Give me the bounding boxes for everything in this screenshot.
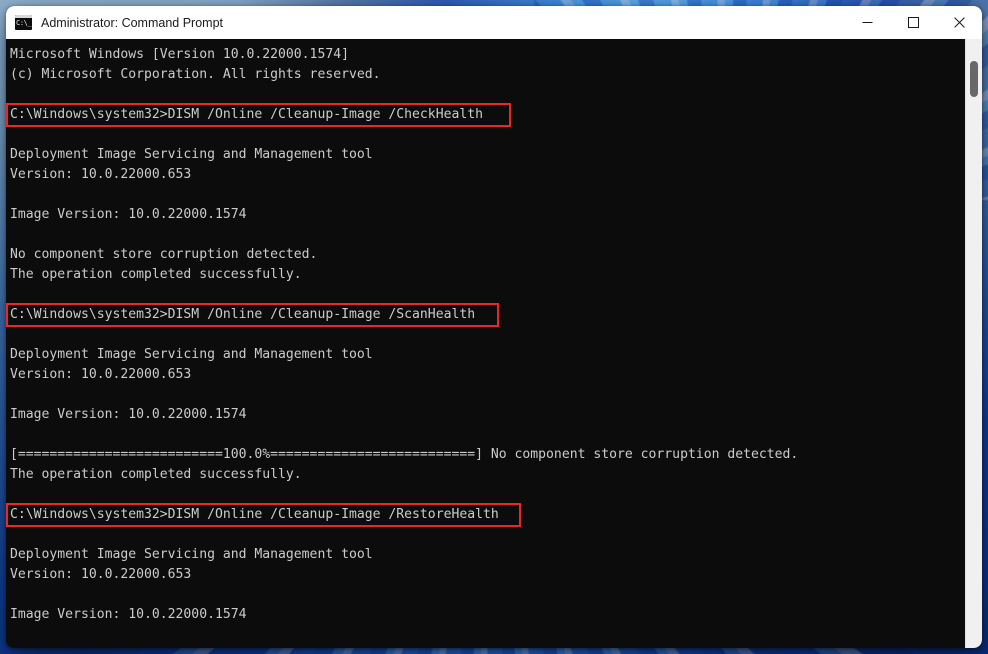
window-title: Administrator: Command Prompt bbox=[41, 15, 224, 30]
terminal-line: The operation completed successfully. bbox=[10, 465, 965, 485]
terminal-area: Microsoft Windows [Version 10.0.22000.15… bbox=[6, 39, 982, 648]
title-bar-drag-area[interactable] bbox=[223, 6, 844, 39]
terminal-line bbox=[10, 125, 965, 145]
terminal-line: Image Version: 10.0.22000.1574 bbox=[10, 605, 965, 625]
title-bar-left: C:\_ Administrator: Command Prompt bbox=[6, 6, 223, 39]
terminal-line-text: [==========================100.0%=======… bbox=[10, 447, 799, 462]
terminal-line: The operation completed successfully. bbox=[10, 265, 965, 285]
terminal-line: [==========================100.0%=======… bbox=[10, 645, 965, 648]
terminal-line-text: Version: 10.0.22000.653 bbox=[10, 167, 192, 182]
terminal-line-text: Image Version: 10.0.22000.1574 bbox=[10, 407, 247, 422]
window-controls bbox=[844, 6, 982, 39]
terminal-line-text: No component store corruption detected. bbox=[10, 247, 318, 262]
terminal-line-text: Version: 10.0.22000.653 bbox=[10, 567, 192, 582]
terminal-line-text bbox=[10, 287, 18, 302]
terminal-line-text bbox=[10, 387, 18, 402]
command-prompt-icon: C:\_ bbox=[15, 15, 32, 30]
terminal-line: Image Version: 10.0.22000.1574 bbox=[10, 405, 965, 425]
terminal-line-text bbox=[10, 187, 18, 202]
terminal-line: (c) Microsoft Corporation. All rights re… bbox=[10, 65, 965, 85]
terminal-line-text bbox=[10, 527, 18, 542]
terminal-line-text: Version: 10.0.22000.653 bbox=[10, 367, 192, 382]
icon-prompt-glyph: C:\_ bbox=[16, 19, 32, 27]
terminal-line-text bbox=[10, 87, 18, 102]
icon-title-strip bbox=[15, 15, 32, 18]
terminal-line bbox=[10, 85, 965, 105]
terminal-line bbox=[10, 285, 965, 305]
terminal-line-text bbox=[10, 327, 18, 342]
terminal-line-text: Image Version: 10.0.22000.1574 bbox=[10, 207, 247, 222]
terminal-line: Version: 10.0.22000.653 bbox=[10, 565, 965, 585]
terminal-line-text: C:\Windows\system32>DISM /Online /Cleanu… bbox=[10, 307, 476, 322]
terminal-line bbox=[10, 325, 965, 345]
terminal-line-text: Deployment Image Servicing and Managemen… bbox=[10, 147, 373, 162]
terminal-line bbox=[10, 185, 965, 205]
terminal-line: Version: 10.0.22000.653 bbox=[10, 165, 965, 185]
terminal-line bbox=[10, 525, 965, 545]
scrollbar-thumb[interactable] bbox=[970, 61, 978, 97]
terminal-line bbox=[10, 225, 965, 245]
terminal-line: Microsoft Windows [Version 10.0.22000.15… bbox=[10, 45, 965, 65]
terminal-line-text: Image Version: 10.0.22000.1574 bbox=[10, 607, 247, 622]
terminal-line: [==========================100.0%=======… bbox=[10, 445, 965, 465]
terminal-command-line: C:\Windows\system32>DISM /Online /Cleanu… bbox=[6, 503, 965, 527]
terminal-output[interactable]: Microsoft Windows [Version 10.0.22000.15… bbox=[6, 39, 965, 648]
terminal-line-text bbox=[10, 587, 18, 602]
terminal-line-text bbox=[10, 427, 18, 442]
window-title-bar[interactable]: C:\_ Administrator: Command Prompt bbox=[6, 6, 982, 39]
command-prompt-window: C:\_ Administrator: Command Prompt Micro… bbox=[6, 6, 982, 648]
terminal-line bbox=[10, 625, 965, 645]
terminal-line: No component store corruption detected. bbox=[10, 245, 965, 265]
terminal-line-text bbox=[10, 627, 18, 642]
terminal-line-text bbox=[10, 487, 18, 502]
terminal-line: Deployment Image Servicing and Managemen… bbox=[10, 545, 965, 565]
terminal-line-text: [==========================100.0%=======… bbox=[10, 647, 846, 648]
terminal-line: Version: 10.0.22000.653 bbox=[10, 365, 965, 385]
terminal-line-text: (c) Microsoft Corporation. All rights re… bbox=[10, 67, 381, 82]
terminal-command-line: C:\Windows\system32>DISM /Online /Cleanu… bbox=[6, 103, 965, 127]
maximize-button[interactable] bbox=[890, 6, 936, 39]
terminal-line bbox=[10, 585, 965, 605]
terminal-line-text: C:\Windows\system32>DISM /Online /Cleanu… bbox=[10, 107, 483, 122]
terminal-line-text bbox=[10, 127, 18, 142]
terminal-line-text: C:\Windows\system32>DISM /Online /Cleanu… bbox=[10, 507, 499, 522]
terminal-line-text: Deployment Image Servicing and Managemen… bbox=[10, 547, 373, 562]
minimize-button[interactable] bbox=[844, 6, 890, 39]
terminal-line bbox=[10, 425, 965, 445]
terminal-line bbox=[10, 485, 965, 505]
terminal-command-line: C:\Windows\system32>DISM /Online /Cleanu… bbox=[6, 303, 965, 327]
terminal-line-text: The operation completed successfully. bbox=[10, 467, 302, 482]
terminal-line: Deployment Image Servicing and Managemen… bbox=[10, 345, 965, 365]
terminal-line: Deployment Image Servicing and Managemen… bbox=[10, 145, 965, 165]
terminal-line bbox=[10, 385, 965, 405]
terminal-line-text: The operation completed successfully. bbox=[10, 267, 302, 282]
terminal-line-text: Deployment Image Servicing and Managemen… bbox=[10, 347, 373, 362]
terminal-line-text bbox=[10, 227, 18, 242]
close-button[interactable] bbox=[936, 6, 982, 39]
terminal-scrollbar[interactable] bbox=[965, 39, 982, 648]
terminal-line-text: Microsoft Windows [Version 10.0.22000.15… bbox=[10, 47, 349, 62]
terminal-line: Image Version: 10.0.22000.1574 bbox=[10, 205, 965, 225]
